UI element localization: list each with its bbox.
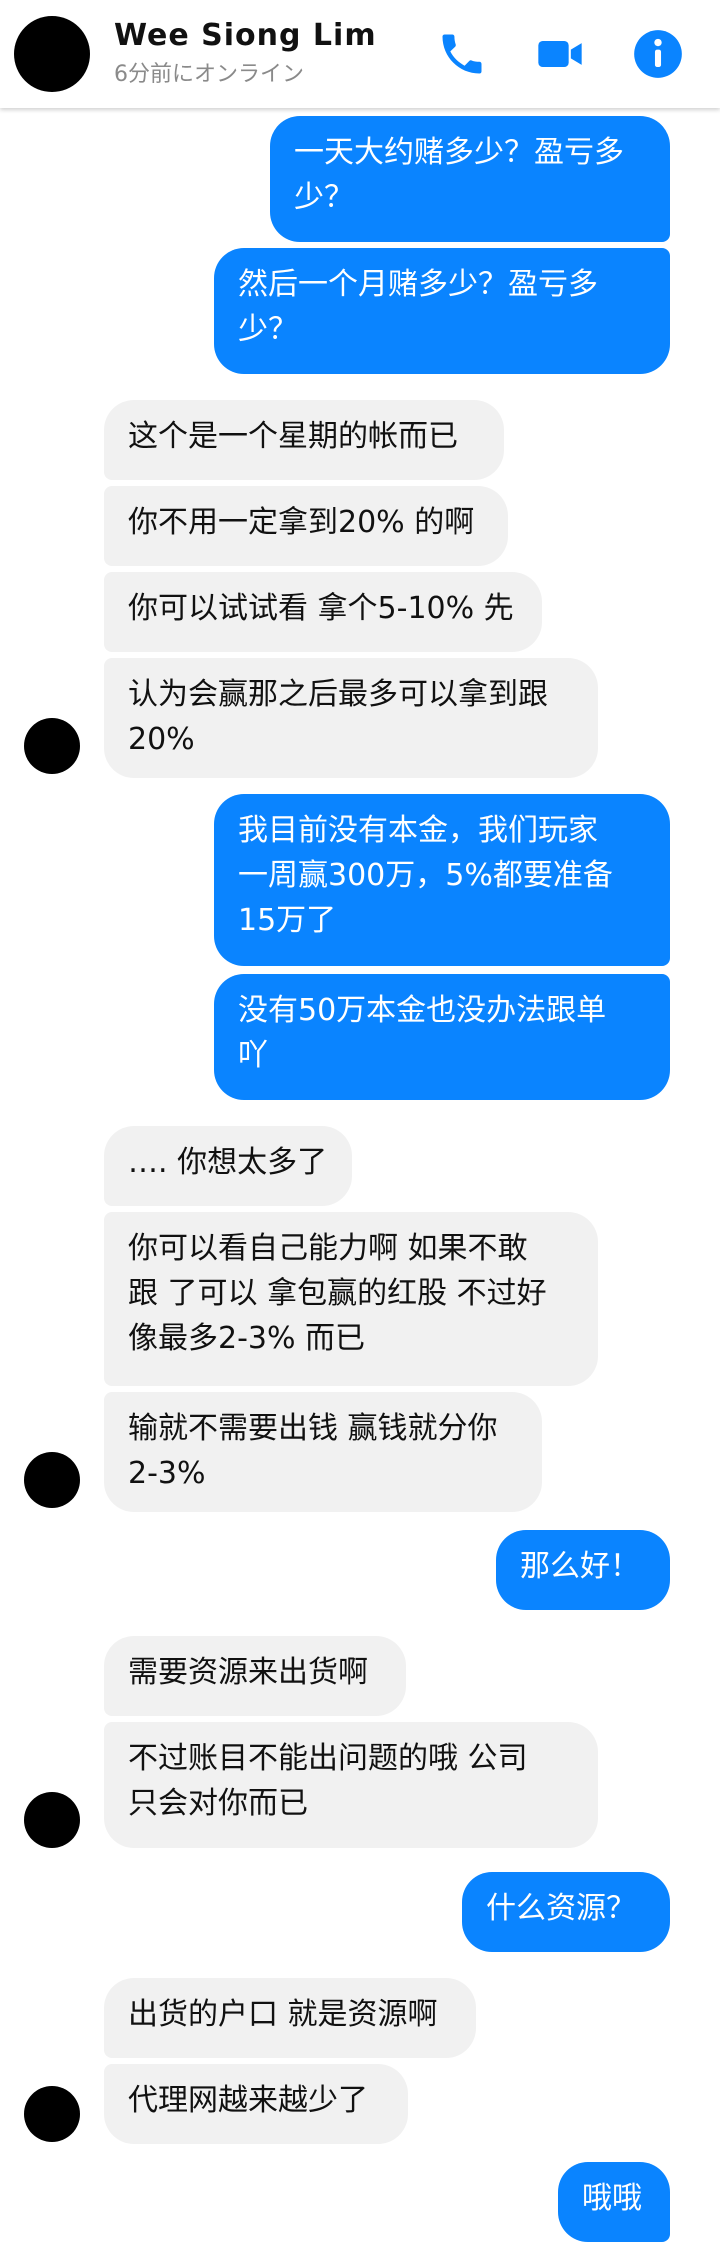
contact-avatar-small[interactable] [24,1452,80,1508]
message-bubble-outgoing[interactable]: 那么好！ [496,1530,670,1610]
message-bubble-incoming[interactable]: 出货的户口 就是资源啊 [104,1978,476,2058]
contact-avatar-small[interactable] [24,1792,80,1848]
message-bubble-outgoing[interactable]: 没有50万本金也没办法跟单吖 [214,974,670,1100]
contact-avatar-small[interactable] [24,2086,80,2142]
online-status: 6分前にオンライン [114,62,304,87]
message-bubble-incoming[interactable]: 你不用一定拿到20% 的啊 [104,486,508,566]
phone-icon[interactable] [436,28,488,80]
message-bubble-incoming[interactable]: 不过账目不能出问题的哦 公司 只会对你而已 [104,1722,598,1848]
contact-name[interactable]: Wee Siong Lim [114,18,377,53]
message-bubble-outgoing[interactable]: 然后一个月赌多少？盈亏多 少？ [214,248,670,374]
info-icon[interactable] [632,28,684,80]
message-bubble-incoming[interactable]: 这个是一个星期的帐而已 [104,400,504,480]
message-bubble-incoming[interactable]: 输就不需要出钱 赢钱就分你 2-3% [104,1392,542,1512]
message-bubble-incoming[interactable]: 代理网越来越少了 [104,2064,408,2144]
message-bubble-outgoing[interactable]: 一天大约赌多少？盈亏多 少？ [270,116,670,242]
message-bubble-incoming[interactable]: 你可以试试看 拿个5-10% 先 [104,572,542,652]
message-bubble-incoming[interactable]: 需要资源来出货啊 [104,1636,406,1716]
message-bubble-outgoing[interactable]: 什么资源？ [462,1872,670,1952]
message-bubble-incoming[interactable]: 你可以看自己能力啊 如果不敢跟 了可以 拿包赢的红股 不过好 像最多2-3% 而已 [104,1212,598,1386]
chat-header: Wee Siong Lim 6分前にオンライン [0,0,720,108]
contact-avatar-small[interactable] [24,718,80,774]
video-camera-icon[interactable] [534,28,586,80]
message-bubble-outgoing[interactable]: 我目前没有本金，我们玩家 一周赢300万，5%都要准备 15万了 [214,794,670,966]
message-bubble-incoming[interactable]: 认为会赢那之后最多可以拿到跟 20% [104,658,598,778]
message-bubble-outgoing[interactable]: 哦哦 [558,2162,670,2242]
contact-avatar[interactable] [14,16,90,92]
message-bubble-incoming[interactable]: …. 你想太多了 [104,1126,352,1206]
